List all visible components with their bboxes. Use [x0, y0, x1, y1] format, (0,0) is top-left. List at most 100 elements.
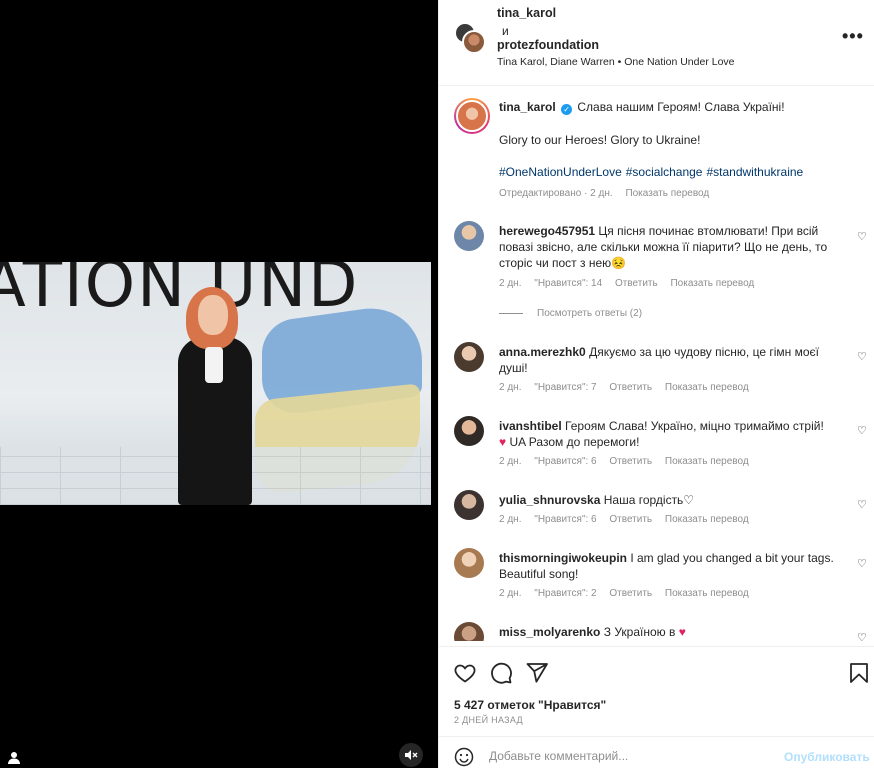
- caption-text-en: Glory to our Heroes! Glory to Ukraine!: [499, 133, 701, 147]
- red-heart-icon: ♥: [499, 435, 507, 449]
- comment-item: thismorningiwokeupin I am glad you chang…: [439, 548, 874, 608]
- collab-conjunction: и: [502, 24, 509, 38]
- video-frame[interactable]: ATION UND: [0, 262, 431, 505]
- comment-text-block: ivanshtibel Героям Слава! Україно, міцно…: [499, 418, 839, 450]
- comment-item: yulia_shnurovska Наша гордість♡ ♡ 2 дн. …: [439, 490, 874, 534]
- comment-text: Героям Слава! Україно, міцно тримаймо ст…: [565, 419, 824, 433]
- replies-line: [499, 313, 523, 314]
- comment-likes[interactable]: "Нравится": 6: [534, 456, 596, 467]
- likes-count[interactable]: 5 427 отметок "Нравится": [454, 698, 606, 712]
- comment-likes[interactable]: "Нравится": 14: [534, 278, 602, 289]
- avatar[interactable]: [454, 490, 484, 520]
- audio-link[interactable]: Tina Karol, Diane Warren • One Nation Un…: [497, 56, 735, 68]
- hashtag-link[interactable]: #OneNationUnderLove: [499, 165, 622, 179]
- comment-item: anna.merezhk0 Дякуємо за цю чудову пісню…: [439, 342, 874, 402]
- avatar[interactable]: [454, 622, 484, 641]
- share-icon[interactable]: [525, 661, 549, 685]
- translate-link[interactable]: Показать перевод: [665, 588, 749, 599]
- reply-link[interactable]: Ответить: [609, 514, 652, 525]
- comment-text: З Україною в: [603, 625, 676, 639]
- comment-username[interactable]: miss_molyarenko: [499, 625, 600, 639]
- comment-likes[interactable]: "Нравится": 6: [534, 514, 596, 525]
- reply-link[interactable]: Ответить: [609, 456, 652, 467]
- comment-username[interactable]: ivanshtibel: [499, 419, 562, 433]
- comment-text-block: miss_molyarenko З Україною в ♥: [499, 624, 839, 640]
- comment-input[interactable]: [489, 749, 769, 763]
- view-replies-label[interactable]: Посмотреть ответы (2): [537, 308, 642, 319]
- reply-link[interactable]: Ответить: [609, 382, 652, 393]
- avatar[interactable]: [454, 548, 484, 578]
- comments-scroll[interactable]: tina_karol ✓ Слава нашим Героям! Слава У…: [439, 87, 874, 641]
- action-bar: 5 427 отметок "Нравится" 2 ДНЕЙ НАЗАД: [439, 646, 874, 736]
- red-heart-icon: ♥: [678, 625, 686, 639]
- translate-link[interactable]: Показать перевод: [665, 514, 749, 525]
- like-heart-icon[interactable]: ♡: [857, 498, 867, 511]
- avatar[interactable]: [454, 221, 484, 251]
- reply-link[interactable]: Ответить: [609, 588, 652, 599]
- comment-text-block: herewego457951 Ця пісня починає втомлюва…: [499, 223, 839, 271]
- post-panel: tina_karol и protezfoundation Tina Karol…: [438, 0, 874, 768]
- comment-likes[interactable]: "Нравится": 7: [534, 382, 596, 393]
- avatar[interactable]: [454, 416, 484, 446]
- like-heart-icon[interactable]: ♡: [857, 557, 867, 570]
- like-heart-icon[interactable]: ♡: [857, 230, 867, 243]
- comment-username[interactable]: yulia_shnurovska: [499, 493, 600, 507]
- comment-username[interactable]: thismorningiwokeupin: [499, 551, 627, 565]
- caption-username[interactable]: tina_karol: [499, 100, 556, 114]
- bookmark-icon[interactable]: [847, 661, 871, 685]
- comment-composer: Опубликовать: [439, 736, 874, 768]
- more-options-icon[interactable]: •••: [842, 27, 864, 45]
- caption-translate[interactable]: Показать перевод: [625, 188, 709, 199]
- avatar-tina-karol: [462, 30, 486, 54]
- comment-meta: 2 дн. "Нравится": 6 Ответить Показать пе…: [499, 456, 759, 467]
- comment-age: 2 дн.: [499, 456, 522, 467]
- comment-icon[interactable]: [489, 661, 513, 685]
- emoji-icon[interactable]: [454, 747, 474, 767]
- caption-avatar[interactable]: [454, 98, 490, 134]
- comment-meta: 2 дн. "Нравится": 6 Ответить Показать пе…: [499, 514, 759, 525]
- comment-age: 2 дн.: [499, 278, 522, 289]
- post-button[interactable]: Опубликовать: [784, 750, 870, 764]
- post-header: tina_karol и protezfoundation Tina Karol…: [439, 0, 874, 86]
- collab-avatars[interactable]: [454, 22, 486, 54]
- caption: tina_karol ✓ Слава нашим Героям! Слава У…: [499, 99, 859, 115]
- comment-item: ivanshtibel Героям Слава! Україно, міцно…: [439, 416, 874, 476]
- comment-age: 2 дн.: [499, 588, 522, 599]
- caption-text: Слава нашим Героям! Слава Україні!: [577, 100, 785, 114]
- singer-face: [198, 295, 228, 335]
- hashtag-link[interactable]: #socialchange: [626, 165, 703, 179]
- view-replies[interactable]: Посмотреть ответы (2): [499, 308, 642, 319]
- coowner-username[interactable]: protezfoundation: [497, 38, 599, 52]
- video-panel[interactable]: ATION UND: [0, 0, 438, 768]
- comment-text: Наша гордість♡: [603, 493, 695, 507]
- caption-edited: Отредактировано · 2 дн.: [499, 188, 613, 199]
- caption-meta: Отредактировано · 2 дн. Показать перевод: [499, 188, 719, 199]
- mute-button[interactable]: [399, 743, 423, 767]
- like-heart-icon[interactable]: ♡: [857, 424, 867, 437]
- speaker-muted-icon: [405, 750, 418, 760]
- like-heart-icon[interactable]: ♡: [857, 350, 867, 363]
- heart-icon[interactable]: [453, 661, 477, 685]
- translate-link[interactable]: Показать перевод: [665, 456, 749, 467]
- translate-link[interactable]: Показать перевод: [670, 278, 754, 289]
- comment-likes[interactable]: "Нравится": 2: [534, 588, 596, 599]
- comment-username[interactable]: anna.merezhk0: [499, 345, 586, 359]
- comment-username[interactable]: herewego457951: [499, 224, 595, 238]
- user-tag-icon[interactable]: [7, 750, 21, 764]
- comment-item: herewego457951 Ця пісня починає втомлюва…: [439, 221, 874, 301]
- comment-age: 2 дн.: [499, 514, 522, 525]
- comment-text-block: yulia_shnurovska Наша гордість♡: [499, 492, 839, 508]
- hashtag-link[interactable]: #standwithukraine: [706, 165, 803, 179]
- comment-age: 2 дн.: [499, 382, 522, 393]
- reply-link[interactable]: Ответить: [615, 278, 658, 289]
- verified-icon: ✓: [561, 104, 573, 115]
- comment-text-block: anna.merezhk0 Дякуємо за цю чудову пісню…: [499, 344, 839, 376]
- comment-meta: 2 дн. "Нравится": 14 Ответить Показать п…: [499, 278, 764, 289]
- translate-link[interactable]: Показать перевод: [665, 382, 749, 393]
- comment-text-block: thismorningiwokeupin I am glad you chang…: [499, 550, 839, 582]
- caption-hashtags: #OneNationUnderLove #socialchange #standwi…: [499, 165, 807, 179]
- video-background-text: ATION UND: [0, 262, 360, 322]
- like-heart-icon[interactable]: ♡: [857, 631, 867, 641]
- owner-username[interactable]: tina_karol: [497, 6, 556, 20]
- avatar[interactable]: [454, 342, 484, 372]
